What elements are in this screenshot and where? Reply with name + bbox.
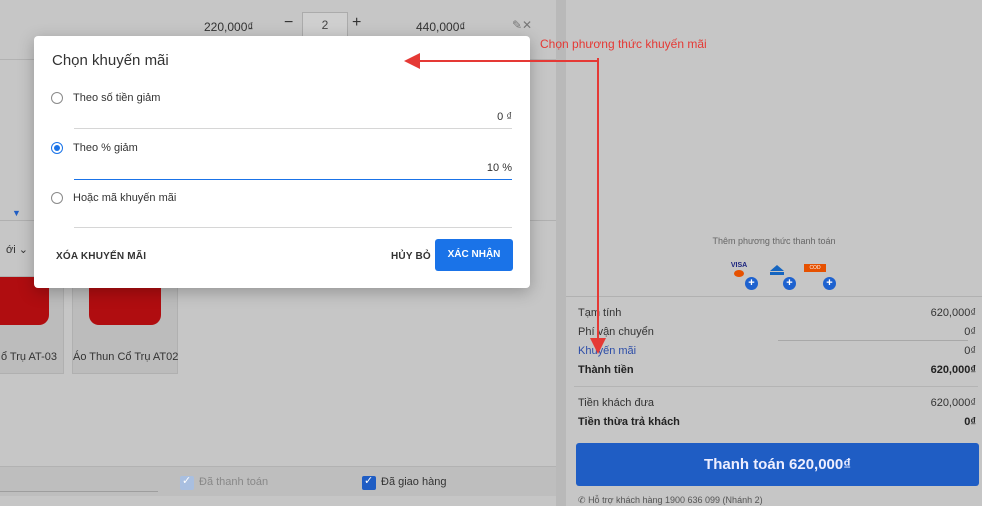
annotation-arrows [404, 53, 606, 354]
